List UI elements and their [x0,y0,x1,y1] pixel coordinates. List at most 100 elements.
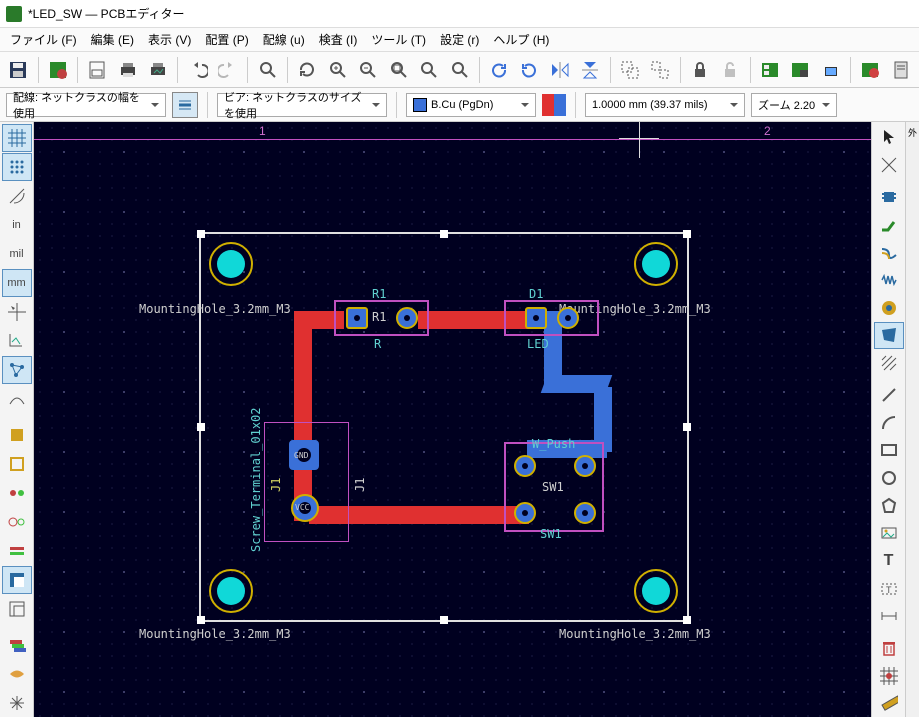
track-display-button[interactable] [2,537,32,565]
menu-inspect[interactable]: 検査 (I) [313,29,364,50]
mirror-h-button[interactable] [546,55,575,85]
menu-route[interactable]: 配線 (u) [257,29,311,50]
place-textbox-tool[interactable]: T [874,575,904,602]
units-mm-button[interactable]: mm [2,269,32,297]
menu-edit[interactable]: 編集 (E) [85,29,140,50]
draw-line-tool[interactable] [874,382,904,409]
selection-handle[interactable] [440,230,448,238]
refresh-button[interactable] [293,55,322,85]
units-in-button[interactable]: in [2,211,32,239]
unlock-button[interactable] [716,55,745,85]
drc-button[interactable] [856,55,885,85]
right-panel-collapsed[interactable]: 外 [905,122,919,717]
board-setup-button[interactable] [43,55,72,85]
rotate-cw-button[interactable] [515,55,544,85]
draw-polygon-tool[interactable] [874,492,904,519]
selection-handle[interactable] [683,616,691,624]
menu-help[interactable]: ヘルプ (H) [487,29,555,50]
zoom-selection-button[interactable] [415,55,444,85]
place-image-tool[interactable] [874,520,904,547]
toggle-45-button[interactable] [2,689,32,717]
show-grid-dots-button[interactable] [2,153,32,181]
pad-j1-1: GND [289,440,319,470]
net-highlight-button[interactable] [2,595,32,623]
layers-manager-button[interactable] [2,631,32,659]
select-tool[interactable] [874,124,904,151]
draw-arc-tool[interactable] [874,409,904,436]
show-filled-zones-button[interactable] [2,421,32,449]
redo-button[interactable] [214,55,243,85]
rotate-ccw-button[interactable] [485,55,514,85]
units-mil-button[interactable]: mil [2,240,32,268]
selection-handle[interactable] [197,423,205,431]
via-size-select[interactable]: ビア: ネットクラスのサイズを使用 [217,93,387,117]
zoom-in-button[interactable] [323,55,352,85]
place-zone-tool[interactable] [874,322,904,349]
show-grid-button[interactable] [2,124,32,152]
zoom-select[interactable]: ズーム 2.20 [751,93,837,117]
place-rule-area-tool[interactable] [874,350,904,377]
save-button[interactable] [4,55,33,85]
track-width-auto-button[interactable] [172,92,198,118]
print-button[interactable] [113,55,142,85]
menu-place[interactable]: 配置 (P) [199,29,254,50]
j1-ref2: J1 [269,478,283,492]
draw-circle-tool[interactable] [874,465,904,492]
place-dimension-tool[interactable] [874,603,904,630]
via-display-button[interactable] [2,508,32,536]
selection-handle[interactable] [683,423,691,431]
measure-tool[interactable] [874,690,904,717]
grid-select[interactable]: 1.0000 mm (39.37 mils) [585,93,745,117]
mirror-v-button[interactable] [576,55,605,85]
selection-handle[interactable] [683,230,691,238]
place-footprint-tool[interactable] [874,184,904,211]
svg-text:T: T [886,585,892,595]
menu-tools[interactable]: ツール (T) [365,29,432,50]
lock-button[interactable] [686,55,715,85]
always-show-cursor-button[interactable] [2,327,32,355]
route-diff-pair-tool[interactable] [874,239,904,266]
find-button[interactable] [253,55,282,85]
page-settings-button[interactable] [83,55,112,85]
ungroup-button[interactable] [646,55,675,85]
selection-handle[interactable] [440,616,448,624]
draw-rect-tool[interactable] [874,437,904,464]
zoom-tool-button[interactable] [445,55,474,85]
right-toolbar: T T [871,122,905,717]
selection-handle[interactable] [197,230,205,238]
pcb-canvas[interactable]: 1 2 MountingHole_3.2mm_M3 MountingHole_3… [34,122,871,717]
show-ratsnest-button[interactable] [2,356,32,384]
delete-tool[interactable] [874,635,904,662]
footprint-browser-button[interactable] [756,55,785,85]
polar-coord-button[interactable] [2,182,32,210]
menu-view[interactable]: 表示 (V) [142,29,197,50]
tune-length-tool[interactable] [874,267,904,294]
flip-board-button[interactable] [2,660,32,688]
zoom-fit-button[interactable] [384,55,413,85]
zoom-out-button[interactable] [354,55,383,85]
3d-viewer-button[interactable] [817,55,846,85]
group-button[interactable] [616,55,645,85]
menu-settings[interactable]: 設定 (r) [434,29,485,50]
undo-button[interactable] [183,55,212,85]
menu-file[interactable]: ファイル (F) [4,29,83,50]
set-origin-tool[interactable] [874,663,904,690]
cursor-shape-button[interactable] [2,298,32,326]
show-zone-outlines-button[interactable] [2,450,32,478]
route-track-tool[interactable] [874,211,904,238]
script-button[interactable] [887,55,916,85]
track-width-select[interactable]: 配線: ネットクラスの幅を使用 [6,93,166,117]
footprint-editor-button[interactable] [786,55,815,85]
plot-button[interactable] [144,55,173,85]
options-bar: 配線: ネットクラスの幅を使用 ビア: ネットクラスのサイズを使用 B.Cu (… [0,88,919,122]
selection-handle[interactable] [197,616,205,624]
high-contrast-button[interactable] [2,566,32,594]
layer-pair-icon[interactable] [542,94,566,116]
highlight-net-tool[interactable] [874,152,904,179]
curved-ratsnest-button[interactable] [2,385,32,413]
layer-select[interactable]: B.Cu (PgDn) [406,93,536,117]
place-via-tool[interactable] [874,294,904,321]
d1-ref: D1 [529,287,543,301]
place-text-tool[interactable]: T [874,548,904,575]
pad-display-button[interactable] [2,479,32,507]
